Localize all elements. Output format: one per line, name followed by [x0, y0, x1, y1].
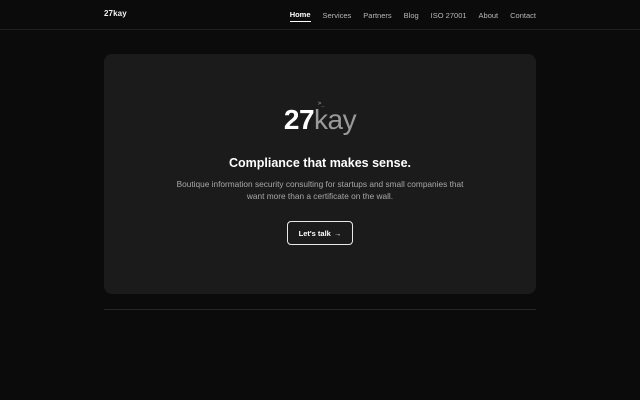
- hero-logo: >_ 27kay: [104, 101, 536, 135]
- nav-link-home[interactable]: Home: [289, 9, 311, 22]
- nav-link-partners[interactable]: Partners: [363, 10, 391, 21]
- hero-headline: Compliance that makes sense.: [228, 156, 412, 170]
- main-nav: Home Services Partners Blog ISO 27001 Ab…: [289, 9, 536, 22]
- lets-talk-button[interactable]: Let's talk →: [287, 221, 353, 245]
- brand-logo-link[interactable]: 27kay: [104, 9, 127, 18]
- hero-card: >_ 27kay Compliance that makes sense. Bo…: [104, 54, 536, 294]
- hero-subtitle: Boutique information security consulting…: [176, 179, 464, 201]
- logo-number: 27: [283, 104, 315, 135]
- nav-link-contact[interactable]: Contact: [510, 10, 536, 21]
- arrow-right-icon: →: [333, 228, 342, 238]
- nav-link-iso-27001[interactable]: ISO 27001: [431, 10, 467, 21]
- section-divider: [104, 309, 536, 310]
- top-navigation-bar: 27kay Home Services Partners Blog ISO 27…: [0, 0, 640, 30]
- nav-link-blog[interactable]: Blog: [404, 10, 419, 21]
- cta-label: Let's talk: [298, 228, 331, 238]
- logo-wordmark: >_ 27kay: [283, 101, 357, 135]
- nav-link-about[interactable]: About: [479, 10, 499, 21]
- logo-word: kay: [314, 104, 357, 135]
- nav-link-services[interactable]: Services: [323, 10, 352, 21]
- terminal-prompt-icon: >_: [317, 100, 325, 107]
